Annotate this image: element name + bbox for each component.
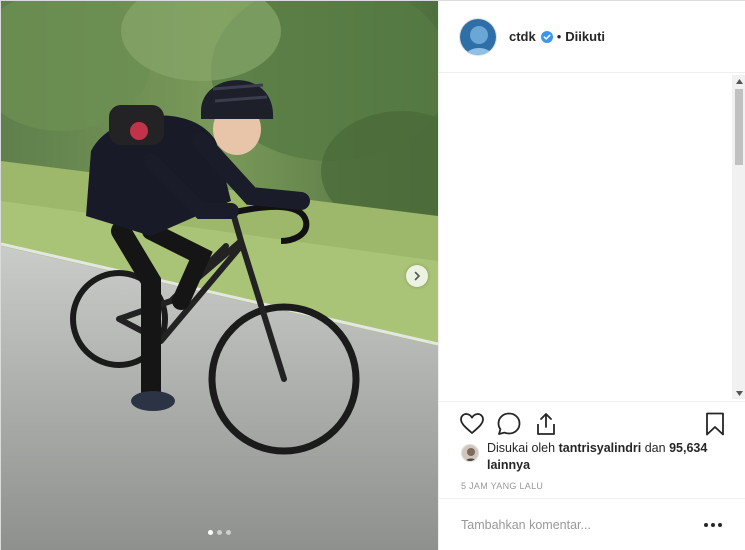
post-modal: ctdk • Diikuti Disukai oleh tantrisyalin… bbox=[0, 0, 745, 550]
more-dot bbox=[718, 523, 722, 527]
chevron-right-icon bbox=[414, 271, 421, 281]
cyclist-photo bbox=[1, 1, 438, 550]
caret-up-icon bbox=[735, 78, 743, 84]
following-button[interactable]: Diikuti bbox=[565, 29, 605, 44]
more-dot bbox=[711, 523, 715, 527]
liker-avatar[interactable] bbox=[461, 444, 479, 462]
comments-area[interactable] bbox=[439, 73, 745, 401]
more-options-icon[interactable] bbox=[704, 523, 722, 529]
likes-count: 95,634 bbox=[669, 441, 708, 455]
separator-dot: • bbox=[556, 29, 562, 44]
avatar-image bbox=[460, 18, 496, 55]
comment-icon[interactable] bbox=[496, 411, 522, 437]
post-header: ctdk • Diikuti bbox=[439, 1, 745, 73]
caret-down-icon bbox=[735, 390, 743, 396]
verified-badge-icon bbox=[540, 30, 553, 43]
comment-composer bbox=[439, 498, 745, 550]
carousel-dot bbox=[208, 530, 213, 535]
post-timestamp[interactable]: 5 JAM YANG LALU bbox=[461, 481, 543, 491]
avatar[interactable] bbox=[459, 17, 497, 56]
heart-icon[interactable] bbox=[459, 411, 485, 437]
likes-prefix: Disukai oleh bbox=[487, 441, 556, 455]
username-link[interactable]: ctdk bbox=[509, 29, 536, 44]
carousel-dot bbox=[226, 530, 231, 535]
liker-username-link[interactable]: tantrisyalindri bbox=[559, 441, 642, 455]
more-dot bbox=[704, 523, 708, 527]
bookmark-icon[interactable] bbox=[702, 411, 728, 437]
likes-conjunction: dan bbox=[644, 441, 666, 455]
scrollbar-thumb[interactable] bbox=[735, 89, 743, 165]
carousel-next-button[interactable] bbox=[406, 265, 428, 287]
comments-scrollbar[interactable] bbox=[732, 75, 745, 399]
post-details-panel: ctdk • Diikuti Disukai oleh tantrisyalin… bbox=[438, 1, 745, 550]
post-photo[interactable] bbox=[1, 1, 438, 550]
scroll-up-arrow[interactable] bbox=[732, 75, 745, 87]
scroll-down-arrow[interactable] bbox=[732, 387, 745, 399]
comment-input[interactable] bbox=[461, 518, 681, 532]
carousel-dot bbox=[217, 530, 222, 535]
carousel-indicator bbox=[1, 530, 438, 535]
likes-suffix: lainnya bbox=[487, 458, 531, 472]
share-icon[interactable] bbox=[533, 411, 559, 437]
likes-text: Disukai oleh tantrisyalindri dan 95,634 … bbox=[487, 440, 727, 474]
